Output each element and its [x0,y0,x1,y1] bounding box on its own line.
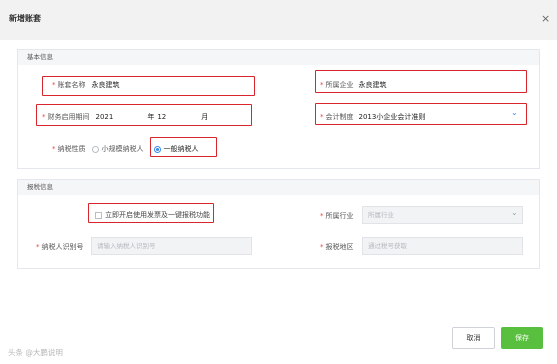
basic-info-title: 基本信息 [18,50,539,65]
highlight-account-name [42,76,255,96]
highlight-start-period [36,104,252,126]
highlight-company [315,70,527,93]
required-mark: * [52,145,56,153]
required-mark: * [320,212,324,220]
highlight-accounting-system [315,103,527,125]
industry-select[interactable]: 所属行业 [362,206,523,224]
cancel-button[interactable]: 取消 [452,327,495,349]
taxpayer-id-label: 纳税人识别号 [41,243,84,251]
tax-region-input[interactable]: 通过税号获取 [362,237,523,255]
required-mark: * [320,243,324,251]
taxpayer-id-label-row: * 纳税人识别号 [36,242,84,252]
highlight-invoice-checkbox [88,203,214,223]
watermark: 头条 @大鹏说明 [8,348,63,357]
taxpayer-id-input[interactable]: 请输入纳税人识别号 [91,237,252,255]
tax-info-panel: 报税信息 [17,179,540,269]
taxpayer-option-small[interactable]: 小规模纳税人 [91,144,144,154]
small-taxpayer-label: 小规模纳税人 [101,145,144,153]
tax-region-label: 报税地区 [325,243,354,251]
chevron-down-icon[interactable]: ⌄ [511,208,518,217]
required-mark: * [36,243,40,251]
radio-small-taxpayer[interactable] [91,145,99,153]
dialog-title: 新增账套 [9,14,41,23]
taxpayer-type-label: 纳税性质 [57,145,86,153]
dialog-header: 新增账套 × [0,0,557,40]
tax-info-title: 报税信息 [18,180,539,195]
industry-label: 所属行业 [325,212,354,220]
industry-label-row: * 所属行业 [320,211,354,221]
highlight-general-taxpayer [150,137,217,157]
tax-region-label-row: * 报税地区 [320,242,354,252]
save-button[interactable]: 保存 [501,327,543,349]
close-icon[interactable]: × [541,13,550,24]
